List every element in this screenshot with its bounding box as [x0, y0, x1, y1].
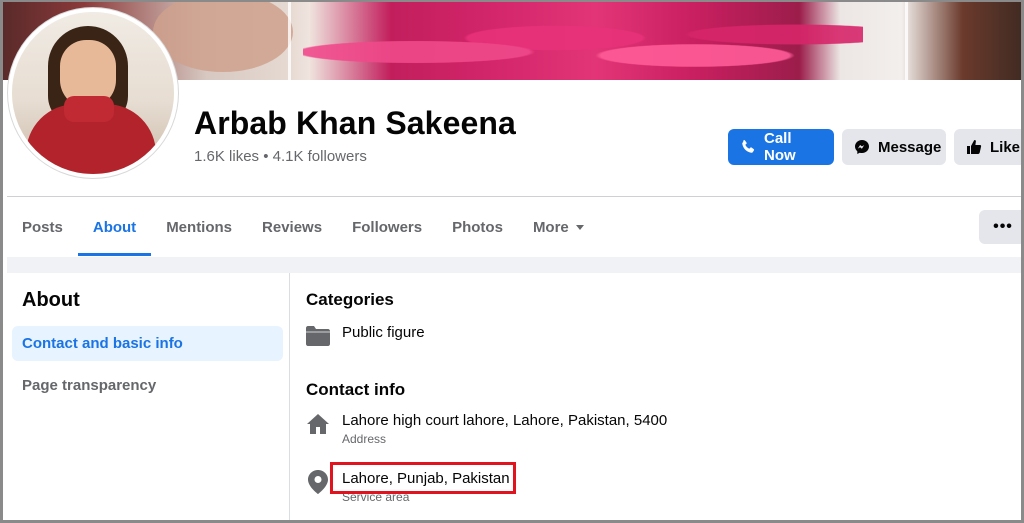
like-button[interactable]: Like	[954, 129, 1021, 165]
tab-more[interactable]: More	[518, 198, 599, 256]
caret-down-icon	[575, 224, 584, 230]
address-value[interactable]: Lahore high court lahore, Lahore, Pakist…	[342, 412, 667, 430]
phone-icon	[742, 140, 755, 153]
about-content: Categories Public figure Contact info La…	[291, 273, 1021, 520]
tab-mentions[interactable]: Mentions	[151, 198, 247, 256]
about-nav-contact-info[interactable]: Contact and basic info	[12, 326, 283, 361]
thumbs-up-icon	[967, 140, 982, 154]
call-now-label: Call Now	[764, 130, 796, 164]
about-heading: About	[22, 289, 80, 311]
tab-followers[interactable]: Followers	[337, 198, 437, 256]
address-label: Address	[342, 432, 387, 446]
page-tabs: Posts About Mentions Reviews Followers P…	[7, 198, 599, 256]
header-divider	[7, 196, 1021, 197]
message-button[interactable]: Message	[842, 129, 946, 165]
tab-posts[interactable]: Posts	[7, 198, 78, 256]
page-stats[interactable]: 1.6K likes • 4.1K followers	[194, 148, 367, 165]
profile-picture[interactable]	[8, 8, 178, 178]
call-now-button[interactable]: Call Now	[728, 129, 834, 165]
tab-photos[interactable]: Photos	[437, 198, 518, 256]
contact-info-heading: Contact info	[306, 380, 406, 399]
section-separator	[7, 257, 1021, 273]
message-label: Message	[878, 138, 942, 156]
folder-icon	[306, 324, 330, 348]
browser-frame: Arbab Khan Sakeena 1.6K likes • 4.1K fol…	[0, 0, 1024, 523]
category-row: Public figure	[306, 324, 425, 348]
home-icon	[306, 412, 330, 436]
about-sidebar: About Contact and basic info Page transp…	[7, 273, 290, 520]
highlight-box	[330, 462, 516, 494]
about-nav-page-transparency[interactable]: Page transparency	[12, 368, 283, 403]
like-label: Like	[990, 138, 1021, 156]
page-title: Arbab Khan Sakeena	[194, 105, 516, 141]
category-value[interactable]: Public figure	[342, 324, 425, 342]
messenger-icon	[855, 140, 869, 154]
categories-heading: Categories	[306, 290, 394, 309]
address-row: Lahore high court lahore, Lahore, Pakist…	[306, 412, 667, 447]
tab-about[interactable]: About	[77, 198, 152, 256]
more-options-button[interactable]: •••	[979, 210, 1021, 244]
tab-reviews[interactable]: Reviews	[247, 198, 337, 256]
location-pin-icon	[306, 470, 330, 494]
